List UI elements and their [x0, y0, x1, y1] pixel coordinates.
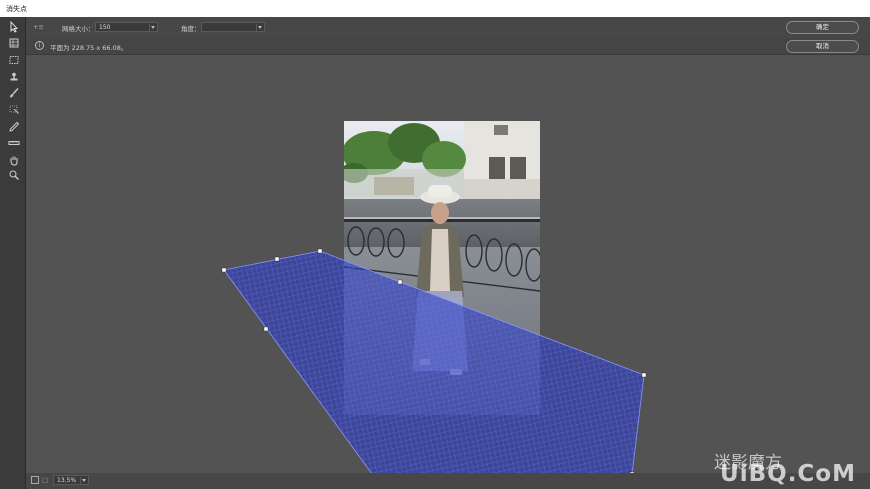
- watermark: UiBQ.CoM: [720, 461, 856, 487]
- fit-screen-icon[interactable]: [31, 476, 39, 484]
- zoom-input[interactable]: 13.5%: [53, 475, 89, 485]
- zoom-sep: □: [42, 476, 49, 484]
- plane-corner-handle[interactable]: [317, 248, 323, 254]
- perspective-plane-grid[interactable]: [0, 0, 870, 489]
- zoom-value: 13.5%: [57, 477, 77, 484]
- chevron-down-icon[interactable]: [80, 477, 87, 484]
- plane-edge-handle[interactable]: [397, 279, 403, 285]
- plane-edge-handle[interactable]: [263, 326, 269, 332]
- plane-corner-handle[interactable]: [641, 372, 647, 378]
- plane-corner-handle[interactable]: [221, 267, 227, 273]
- plane-edge-handle[interactable]: [274, 256, 280, 262]
